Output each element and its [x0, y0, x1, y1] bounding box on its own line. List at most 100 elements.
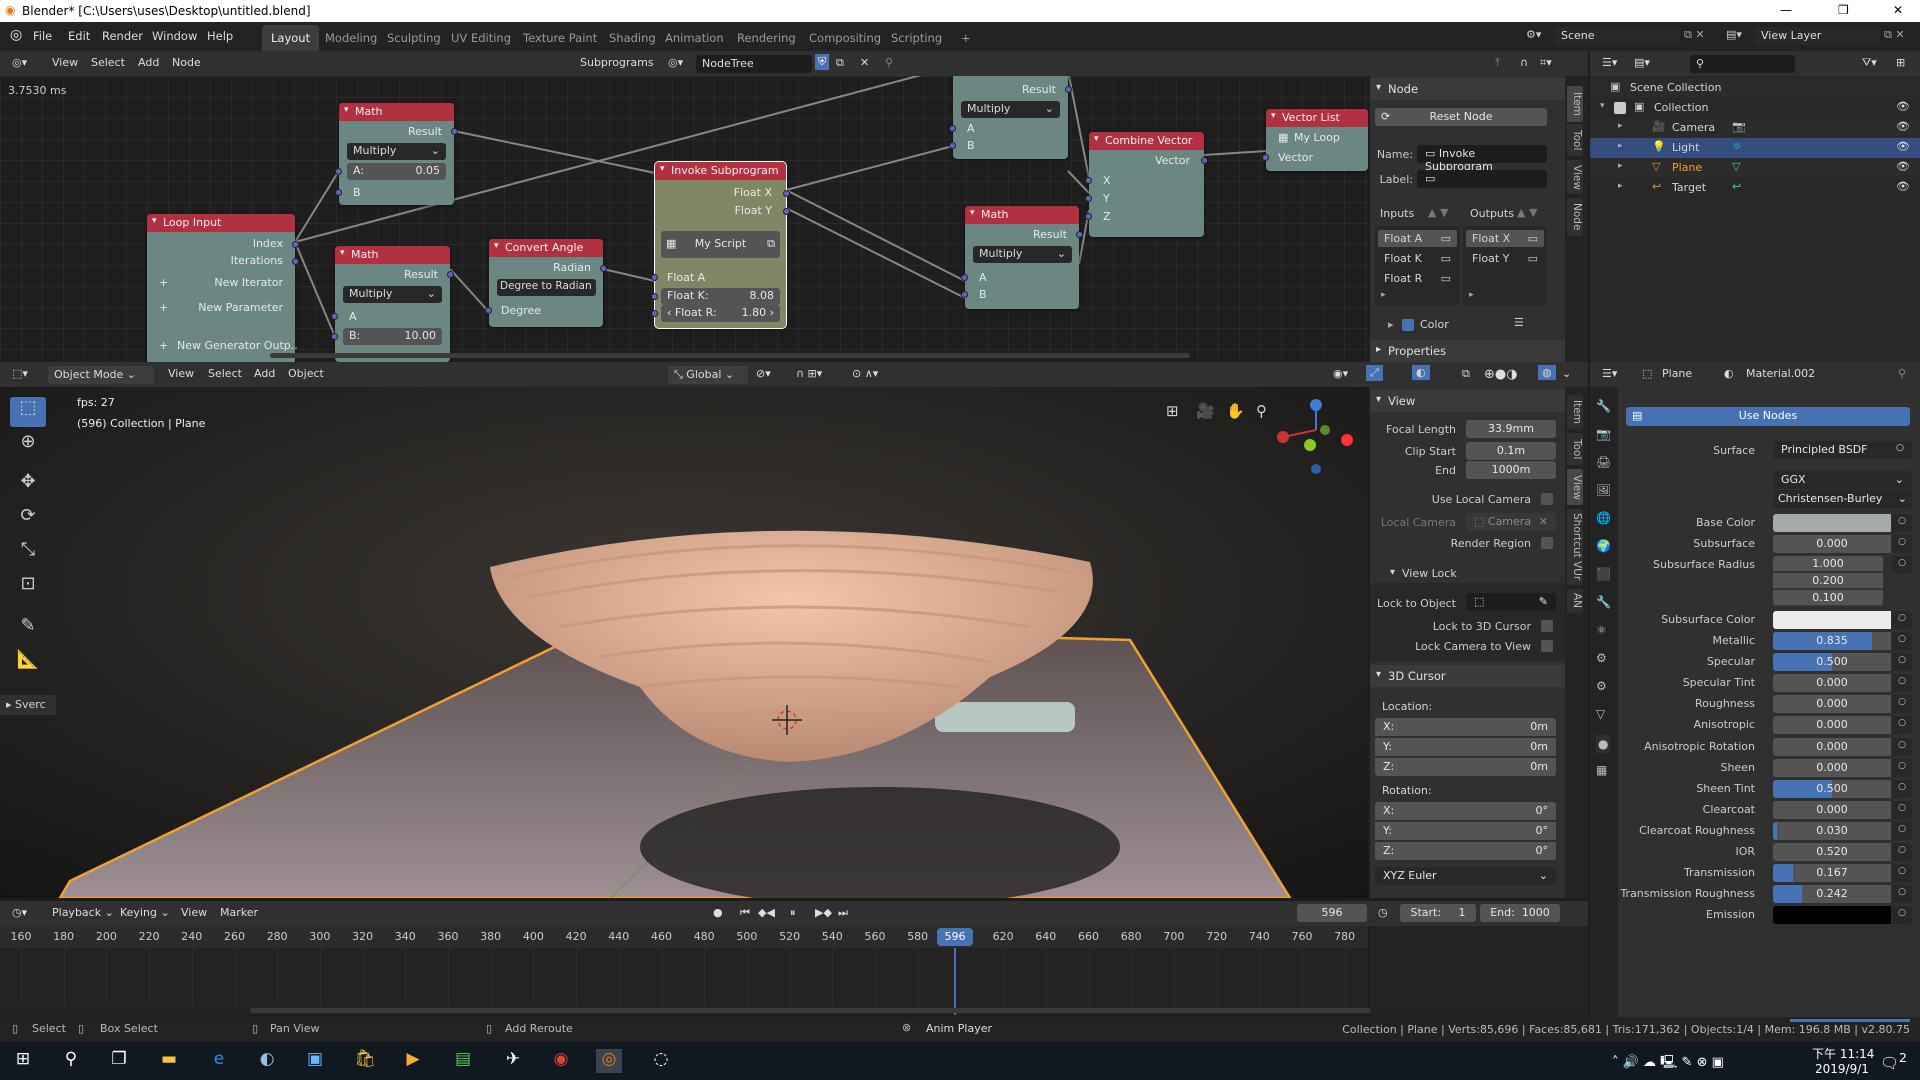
- lock-to-object-field[interactable]: ⬚ ✎: [1466, 593, 1556, 611]
- value-a-field[interactable]: A: 0.05: [347, 163, 446, 180]
- view-panel-header[interactable]: View: [1370, 390, 1565, 412]
- roughness-slider[interactable]: 0.000: [1773, 695, 1891, 714]
- eye-icon[interactable]: 👁: [1896, 140, 1910, 153]
- input-socket[interactable]: [331, 333, 338, 340]
- node-tree-type-icon[interactable]: ◎▾: [668, 56, 683, 69]
- pause-icon[interactable]: ⏸: [790, 906, 796, 920]
- camera-view-grid-icon[interactable]: ⊞: [1166, 402, 1179, 420]
- plus-icon[interactable]: +: [159, 339, 168, 352]
- menu-help[interactable]: Help: [207, 29, 233, 43]
- gizmo-toggle-icon[interactable]: ⤢: [1366, 365, 1383, 381]
- menu-window[interactable]: Window: [152, 29, 197, 43]
- pivot-icon[interactable]: ⊘▾: [756, 367, 771, 380]
- pin-icon[interactable]: ⚲: [885, 56, 893, 69]
- tab-sculpting[interactable]: Sculpting: [378, 25, 450, 51]
- tab-tool[interactable]: Tool: [1567, 124, 1583, 156]
- operation-dropdown[interactable]: Multiply ⌄: [973, 246, 1072, 263]
- 3d-viewport[interactable]: fps: 27 (596) Collection | Plane ⊞ 🎥 ✋ ⚲…: [0, 387, 1368, 898]
- transform-tool-icon[interactable]: ⊡: [10, 573, 46, 603]
- link-socket-icon[interactable]: ○: [1892, 821, 1912, 840]
- rotation-y-field[interactable]: Y: 0°: [1375, 822, 1556, 840]
- measure-tool-icon[interactable]: 📐: [10, 649, 46, 679]
- rotate-tool-icon[interactable]: ⟳: [10, 505, 46, 535]
- clock-date[interactable]: 2019/9/1: [1815, 1062, 1869, 1076]
- app-icon[interactable]: ◌: [648, 1049, 674, 1073]
- subsurface-radius-field[interactable]: 0.200: [1773, 573, 1883, 589]
- menu-edit[interactable]: Edit: [68, 29, 90, 43]
- subprograms-button[interactable]: Subprograms: [580, 56, 654, 69]
- jump-keyframe-forward-icon[interactable]: ▶◆: [815, 906, 832, 919]
- rotation-z-field[interactable]: Z: 0°: [1375, 842, 1556, 860]
- data-icon[interactable]: ☼: [1732, 140, 1742, 153]
- float-r-field[interactable]: ‹ Float R: 1.80 ›: [661, 305, 780, 322]
- subsurface-field[interactable]: 0.000: [1773, 535, 1891, 553]
- link-socket-icon[interactable]: ○: [1892, 535, 1912, 553]
- start-frame-field[interactable]: Start: 1: [1400, 904, 1476, 922]
- input-socket[interactable]: [949, 125, 956, 132]
- socket-list-item[interactable]: Float A ▭: [1378, 230, 1457, 247]
- output-socket[interactable]: [292, 241, 299, 248]
- node-menu-select[interactable]: Select: [91, 56, 125, 69]
- eye-icon[interactable]: 👁: [1896, 120, 1910, 133]
- cursor-tool-icon[interactable]: ⊕: [10, 431, 46, 461]
- node-menu-view[interactable]: View: [52, 56, 78, 69]
- tab-layout[interactable]: Layout: [262, 25, 320, 51]
- math-node[interactable]: Math Result Multiply⌄ A B: [961, 206, 1083, 309]
- link-socket-icon[interactable]: ○: [1892, 716, 1912, 735]
- jump-end-icon[interactable]: ⏭: [838, 906, 848, 920]
- base-color-swatch[interactable]: [1773, 514, 1891, 532]
- sheen-tint-slider[interactable]: 0.500: [1773, 779, 1891, 798]
- editor-type-icon[interactable]: ☰▾: [1602, 367, 1617, 380]
- tab-modeling[interactable]: Modeling: [316, 25, 386, 51]
- timeline-menu-keying[interactable]: Keying ⌄: [120, 906, 170, 919]
- link-socket-icon[interactable]: ○: [1892, 611, 1912, 629]
- playhead-frame-label[interactable]: 596: [937, 928, 973, 946]
- subsurface-radius-field[interactable]: 0.100: [1773, 590, 1883, 606]
- clearcoat-slider[interactable]: 0.000: [1773, 800, 1891, 819]
- operation-dropdown[interactable]: Multiply ⌄: [343, 286, 442, 303]
- view-layer-tab-icon[interactable]: 🖼: [1596, 483, 1611, 497]
- notifications-icon[interactable]: 🗨2: [1880, 1050, 1907, 1072]
- editor-type-icon[interactable]: ◷▾: [12, 906, 27, 919]
- app-icon[interactable]: ◐: [254, 1049, 280, 1073]
- input-socket[interactable]: [1085, 195, 1092, 202]
- visibility-checkbox[interactable]: [1614, 102, 1626, 114]
- move-up-down-icon[interactable]: ▲ ▼: [1517, 206, 1537, 219]
- zoom-icon[interactable]: ⚲: [1256, 402, 1267, 420]
- link-socket-icon[interactable]: ○: [1892, 632, 1912, 650]
- output-socket[interactable]: [451, 128, 458, 135]
- tab-rendering[interactable]: Rendering: [728, 25, 805, 51]
- system-tray-icons[interactable]: ˄ 🔊 ☁ 🖳 ✎ ⊗ ▣: [1612, 1053, 1724, 1075]
- blender-menu-icon[interactable]: ◎: [10, 27, 22, 43]
- link-socket-icon[interactable]: ○: [1892, 800, 1912, 819]
- inputs-list[interactable]: Float A ▭ Float K ▭ Float R ▭ ▸: [1375, 226, 1460, 306]
- shading-options-icon[interactable]: ⌄: [1562, 367, 1571, 380]
- node-tree-selector[interactable]: NodeTree: [696, 55, 812, 73]
- input-socket[interactable]: [1262, 154, 1269, 161]
- lock-camera-to-view-checkbox[interactable]: [1541, 640, 1553, 652]
- view-lock-subpanel-header[interactable]: View Lock: [1402, 567, 1457, 580]
- scene-icon[interactable]: ⚙▾: [1526, 28, 1541, 41]
- tab-animation[interactable]: Animation: [656, 25, 733, 51]
- tab-item[interactable]: Item: [1567, 86, 1583, 122]
- orientation-selector[interactable]: ⤡ Global ⌄: [668, 366, 748, 384]
- socket-list-item[interactable]: Float R ▭: [1378, 270, 1457, 287]
- new-scene-icon[interactable]: ⧉ ✕: [1684, 28, 1705, 42]
- name-field[interactable]: ▭ Invoke Subprogram: [1417, 145, 1547, 173]
- viewport-menu-add[interactable]: Add: [254, 367, 275, 380]
- plus-icon[interactable]: +: [159, 276, 168, 289]
- tab-view[interactable]: View: [1567, 469, 1583, 505]
- modifiers-tab-icon[interactable]: 🔧: [1596, 595, 1611, 609]
- new-iterator-button[interactable]: New Iterator: [214, 276, 283, 289]
- eye-icon[interactable]: 👁: [1896, 160, 1910, 173]
- eye-icon[interactable]: 👁: [1896, 100, 1910, 113]
- output-socket[interactable]: [1076, 231, 1083, 238]
- new-generator-output-button[interactable]: New Generator Outp..: [177, 339, 298, 352]
- output-socket[interactable]: [783, 208, 790, 215]
- snap-icon[interactable]: ∩: [1520, 56, 1528, 69]
- snap-icon[interactable]: ∩ ⊞▾: [796, 367, 822, 380]
- timeline[interactable]: 160 180 200 220 240 260 280 300 320 340 360 380 400 4…: [0, 926, 1569, 1015]
- clip-end-field[interactable]: 1000m: [1466, 461, 1556, 479]
- task-view-icon[interactable]: ❐: [106, 1049, 132, 1073]
- tab-node[interactable]: Node: [1567, 198, 1583, 236]
